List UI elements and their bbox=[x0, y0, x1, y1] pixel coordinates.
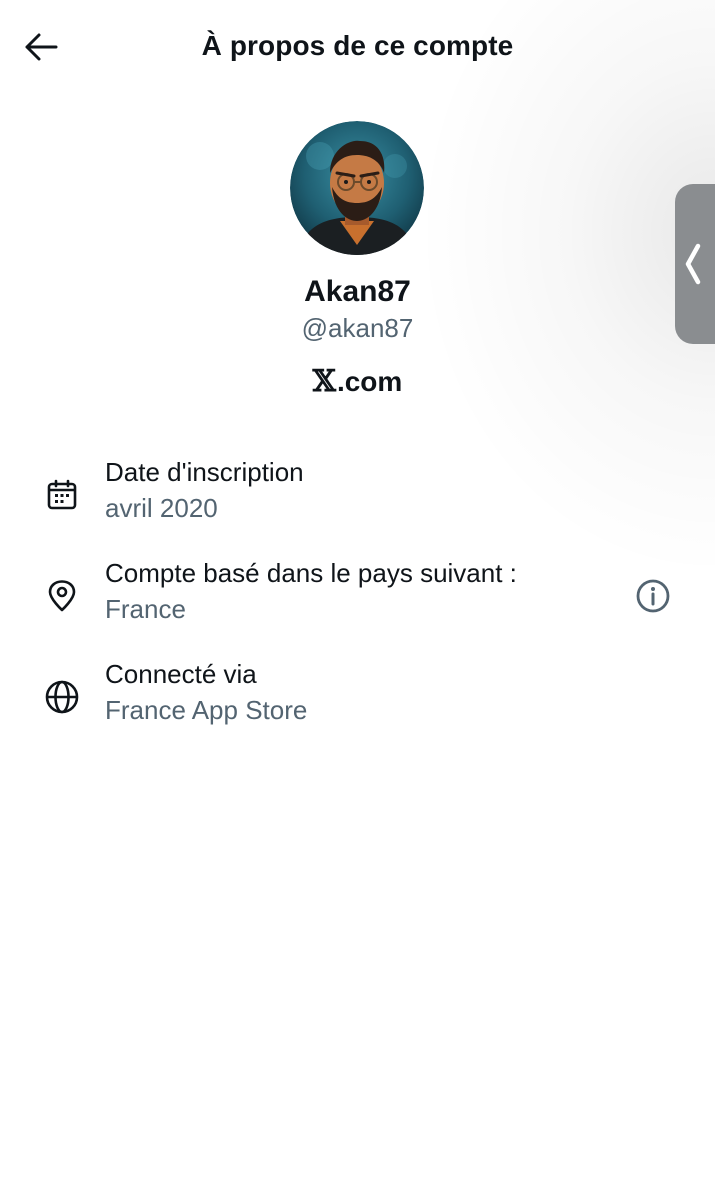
info-row-join-date: Date d'inscription avril 2020 bbox=[0, 457, 715, 537]
join-date-value: avril 2020 bbox=[105, 493, 218, 523]
avatar[interactable] bbox=[290, 121, 424, 255]
info-row-country: Compte basé dans le pays suivant : Franc… bbox=[0, 558, 715, 638]
country-info-button[interactable] bbox=[632, 575, 674, 617]
profile-picture bbox=[290, 121, 424, 255]
info-icon bbox=[636, 579, 670, 613]
connected-via-label: Connecté via bbox=[105, 659, 257, 689]
page-title: À propos de ce compte bbox=[201, 30, 514, 61]
calendar-icon bbox=[42, 475, 82, 515]
country-value: France bbox=[105, 594, 186, 624]
location-pin-icon bbox=[42, 576, 82, 616]
globe-icon bbox=[42, 677, 82, 717]
edge-panel-handle[interactable] bbox=[675, 184, 715, 344]
domain-suffix: .com bbox=[336, 365, 403, 397]
info-row-connected-via: Connecté via France App Store bbox=[0, 659, 715, 739]
username-handle: @akan87 bbox=[301, 313, 414, 343]
about-account-page: À propos de ce compte Akan87 @akan87 𝕏 .… bbox=[0, 0, 715, 1200]
country-label: Compte basé dans le pays suivant : bbox=[105, 558, 517, 588]
connected-via-value: France App Store bbox=[105, 695, 308, 725]
chevron-left-icon bbox=[685, 243, 701, 285]
x-logo-icon: 𝕏 bbox=[312, 364, 336, 399]
x-dot-com-label: 𝕏 .com bbox=[0, 364, 715, 399]
display-name: Akan87 bbox=[304, 275, 411, 308]
join-date-label: Date d'inscription bbox=[105, 457, 304, 487]
